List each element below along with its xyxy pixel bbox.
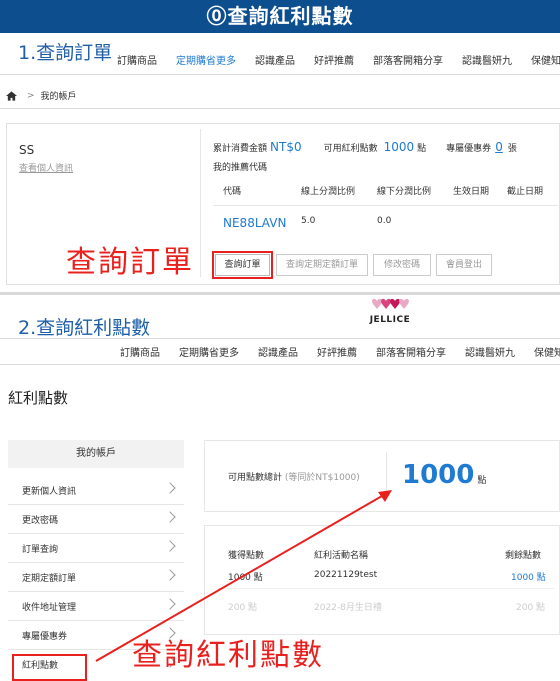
arrow-annotation (95, 490, 392, 662)
callout-query-points: 查詢紅利點數 (132, 638, 324, 673)
